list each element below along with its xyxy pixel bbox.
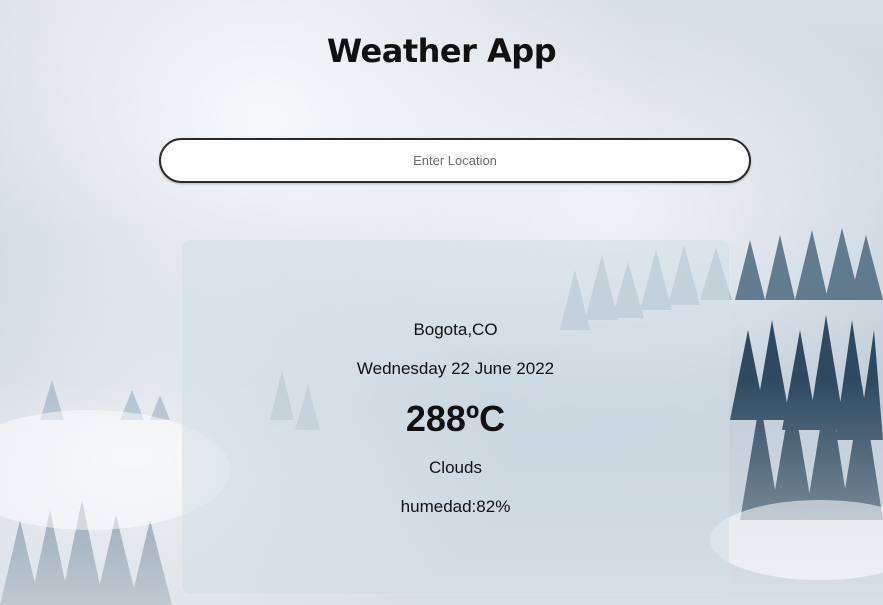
app-title: Weather App (326, 32, 557, 70)
location-label: Bogota,CO (413, 320, 498, 339)
location-search-input[interactable] (159, 138, 751, 183)
condition-label: Clouds (429, 458, 482, 477)
date-label: Wednesday 22 June 2022 (356, 359, 555, 378)
weather-card: Bogota,CO Wednesday 22 June 2022 288ºC C… (182, 240, 729, 594)
humidity-label: humedad:82% (400, 497, 511, 516)
temperature-value: 288ºC (405, 398, 506, 439)
